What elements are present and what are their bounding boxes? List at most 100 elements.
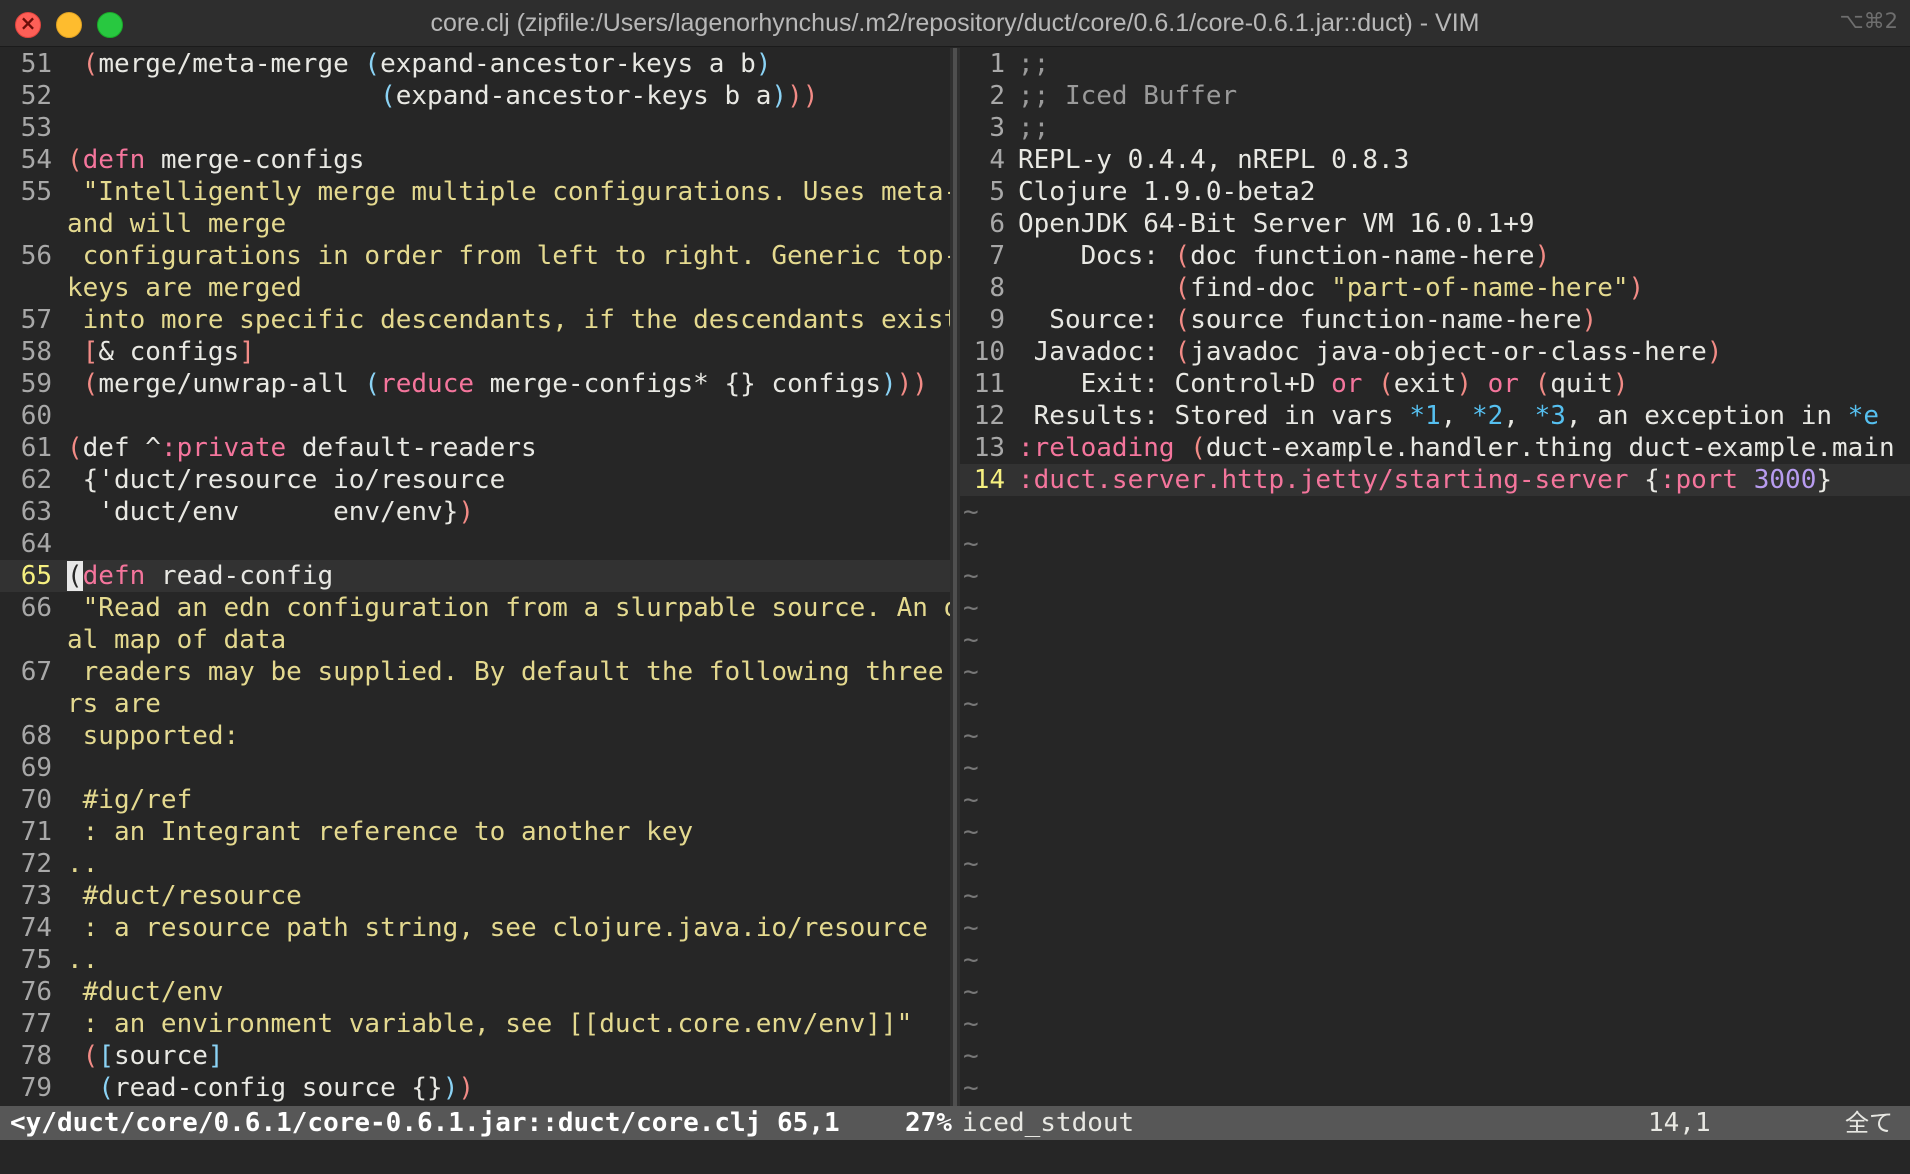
line-number: 9 [989,305,1005,335]
status-cursor-position: 14,1 [1648,1108,1711,1138]
empty-line: ~ [960,528,1910,560]
code-line: 71 : an Integrant reference to another k… [0,816,950,848]
empty-line: ~ [960,624,1910,656]
code-line: 57 into more specific descendants, if th… [0,304,950,336]
line-text: Exit: Control+D or (exit) or (quit) [1018,369,1629,399]
tilde-marker: ~ [963,849,979,879]
code-line: 7 Docs: (doc function-name-here) [960,240,1910,272]
code-line: 8 (find-doc "part-of-name-here") [960,272,1910,304]
line-text: [& configs] [82,337,255,367]
code-line: 12 Results: Stored in vars *1, *2, *3, a… [960,400,1910,432]
line-text: into more specific descendants, if the d… [67,305,950,335]
line-text: (merge/unwrap-all (reduce merge-configs*… [82,369,928,399]
code-line: 1;; [960,48,1910,80]
line-number: 77 [20,1009,52,1039]
line-text: rs are [67,689,161,719]
empty-line: ~ [960,784,1910,816]
line-text: (merge/meta-merge (expand-ancestor-keys … [82,49,772,79]
code-line: 67 readers may be supplied. By default t… [0,656,950,688]
empty-line: ~ [960,816,1910,848]
line-number: 78 [20,1041,52,1071]
help-indent [1018,273,1175,303]
code-line: 73 #duct/resource [0,880,950,912]
help-text: Stored in vars [1174,401,1410,431]
code-line: 54 (defn merge-configs [0,144,950,176]
line-number: 57 [20,305,52,335]
help-text: Control+D [1174,369,1332,399]
tilde-marker: ~ [963,785,979,815]
line-text: : an environment variable, see [[duct.co… [67,1009,913,1039]
line-text: ([source] [82,1041,224,1071]
line-number: 53 [20,113,52,143]
title-bar[interactable]: core.clj (zipfile:/Users/lagenorhynchus/… [0,0,1910,47]
empty-line: ~ [960,1008,1910,1040]
code-line: 52 (expand-ancestor-keys b a))) [0,80,950,112]
line-number: 70 [20,785,52,815]
empty-line: ~ [960,560,1910,592]
code-line: 69 [0,752,950,784]
line-text: :reloading (duct-example.handler.thing d… [1018,433,1895,463]
line-text: Results: Stored in vars *1, *2, *3, an e… [1018,401,1879,431]
line-text: Clojure 1.9.0-beta2 [1018,177,1316,207]
empty-line: ~ [960,720,1910,752]
code-line: 11 Exit: Control+D or (exit) or (quit) [960,368,1910,400]
editor-pane-core-clj[interactable]: 51 (merge/meta-merge (expand-ancestor-ke… [0,48,950,1106]
status-percent: 27% [905,1108,952,1138]
line-text: :duct.server.http.jetty/starting-server … [1018,465,1833,495]
line-number: 63 [20,497,52,527]
line-text: (defn merge-configs [67,145,365,175]
line-number: 6 [989,209,1005,239]
line-text: (expand-ancestor-keys b a))) [380,81,819,111]
line-number: 65 [20,561,52,591]
code-line: 56 configurations in order from left to … [0,240,950,272]
help-label: Javadoc: [1018,337,1175,367]
code-line: 55 "Intelligently merge multiple configu… [0,176,950,208]
code-line: 59 (merge/unwrap-all (reduce merge-confi… [0,368,950,400]
line-text: keys are merged [67,273,302,303]
line-text: "Intelligently merge multiple configurat… [67,177,950,207]
code-line: 3;; [960,112,1910,144]
line-text: ;; Iced Buffer [1018,81,1238,111]
empty-line: ~ [960,848,1910,880]
empty-line: ~ [960,656,1910,688]
line-number: 64 [20,529,52,559]
empty-line: ~ [960,1040,1910,1072]
help-label: Exit: [1018,369,1175,399]
line-text: : a resource path string, see clojure.ja… [67,913,928,943]
line-number: 8 [989,273,1005,303]
code-line: 68 supported: [0,720,950,752]
line-number: 7 [989,241,1005,271]
code-line: rs are [0,688,950,720]
line-number: 5 [989,177,1005,207]
vim-window: core.clj (zipfile:/Users/lagenorhynchus/… [0,0,1910,1174]
status-line: <y/duct/core/0.6.1/core-0.6.1.jar::duct/… [0,1106,1910,1140]
line-text: al map of data [67,625,287,655]
status-file-path: <y/duct/core/0.6.1/core-0.6.1.jar::duct/… [10,1108,840,1138]
line-text: "Read an edn configuration from a slurpa… [67,593,950,623]
code-line: keys are merged [0,272,950,304]
line-number: 62 [20,465,52,495]
code-line: 66 "Read an edn configuration from a slu… [0,592,950,624]
code-line: 10 Javadoc: (javadoc java-object-or-clas… [960,336,1910,368]
code-line: 60 [0,400,950,432]
tilde-marker: ~ [963,817,979,847]
help-text: , an exception in [1565,401,1848,431]
line-number: 52 [20,81,52,111]
code-line: 4 REPL-y 0.4.4, nREPL 0.8.3 [960,144,1910,176]
code-line: 76 #duct/env [0,976,950,1008]
line-number: 75 [20,945,52,975]
line-text: .. [67,945,99,975]
tilde-marker: ~ [963,625,979,655]
tilde-marker: ~ [963,721,979,751]
empty-line: ~ [960,912,1910,944]
code-line: 72.. [0,848,950,880]
help-label: Source: [1018,305,1175,335]
status-scroll-indicator: 全て [1845,1109,1893,1137]
command-line[interactable] [0,1140,1910,1174]
line-text: #duct/resource [67,881,302,911]
empty-line: ~ [960,752,1910,784]
code-line: 58 [& configs] [0,336,950,368]
editor-pane-iced-buffer[interactable]: 1;; 2 ;; Iced Buffer 3;; 4 REPL-y 0.4.4, n… [960,48,1910,1106]
line-number: 60 [20,401,52,431]
vertical-split-separator[interactable] [950,48,960,1106]
